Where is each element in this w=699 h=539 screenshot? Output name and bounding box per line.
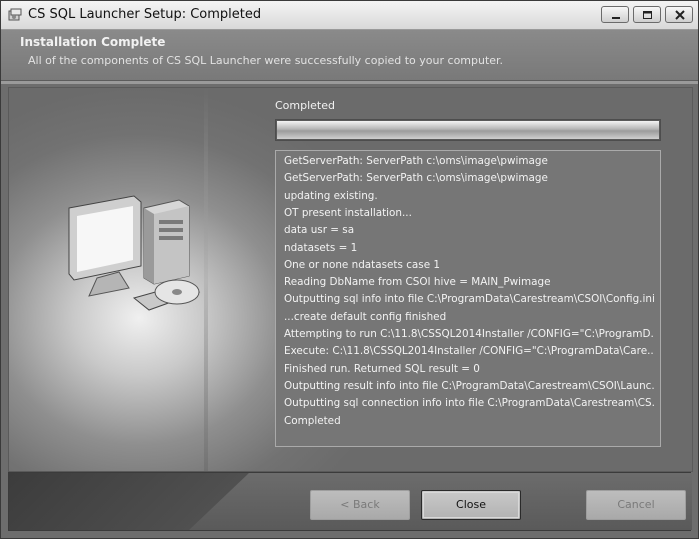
installer-icon	[8, 7, 22, 21]
back-button[interactable]: < Back	[310, 490, 410, 520]
log-line: GetServerPath: ServerPath c:\oms\image\p…	[284, 172, 548, 185]
log-line: Outputting result info into file C:\Prog…	[284, 379, 654, 392]
progress-bar	[275, 119, 661, 141]
close-icon	[675, 10, 685, 20]
progress-bar-fill	[277, 121, 659, 139]
log-line: One or none ndatasets case 1	[284, 258, 441, 271]
window-title: CS SQL Launcher Setup: Completed	[28, 7, 262, 22]
close-window-button[interactable]	[665, 6, 693, 23]
log-line: Outputting sql connection info into file…	[284, 397, 654, 410]
minimize-icon	[612, 17, 620, 19]
log-line: Outputting sql info into file C:\Program…	[284, 293, 654, 306]
log-line: ndatasets = 1	[284, 241, 358, 254]
log-line: Finished run. Returned SQL result = 0	[284, 362, 480, 375]
maximize-button[interactable]	[633, 6, 661, 23]
log-line: updating existing.	[284, 189, 378, 202]
wizard-header: Installation Complete All of the compone…	[1, 30, 698, 81]
log-line: OT present installation...	[284, 206, 412, 219]
maximize-icon	[643, 11, 652, 19]
cancel-button[interactable]: Cancel	[586, 490, 686, 520]
setup-window: CS SQL Launcher Setup: Completed Install…	[0, 0, 699, 539]
header-divider	[1, 81, 698, 84]
log-line: GetServerPath: ServerPath c:\oms\image\p…	[284, 155, 548, 167]
log-line: data usr = sa	[284, 224, 355, 237]
header-title: Installation Complete	[20, 35, 166, 49]
log-line: ...create default config finished	[284, 310, 447, 323]
computer-with-disc-illustration	[68, 195, 201, 311]
title-bar[interactable]: CS SQL Launcher Setup: Completed	[1, 1, 698, 30]
install-log-list[interactable]: GetServerPath: ServerPath c:\oms\image\p…	[275, 150, 661, 447]
log-line: Reading DbName from CSOI hive = MAIN_Pwi…	[284, 276, 551, 289]
log-line: Attempting to run C:\11.8\CSSQL2014Insta…	[284, 328, 654, 340]
log-line: Execute: C:\11.8\CSSQL2014Installer /CON…	[284, 345, 654, 358]
minimize-button[interactable]	[601, 6, 629, 23]
header-subtitle: All of the components of CS SQL Launcher…	[28, 54, 504, 67]
log-line: Completed	[284, 414, 341, 427]
close-button[interactable]: Close	[421, 490, 521, 520]
progress-status-label: Completed	[275, 99, 335, 112]
